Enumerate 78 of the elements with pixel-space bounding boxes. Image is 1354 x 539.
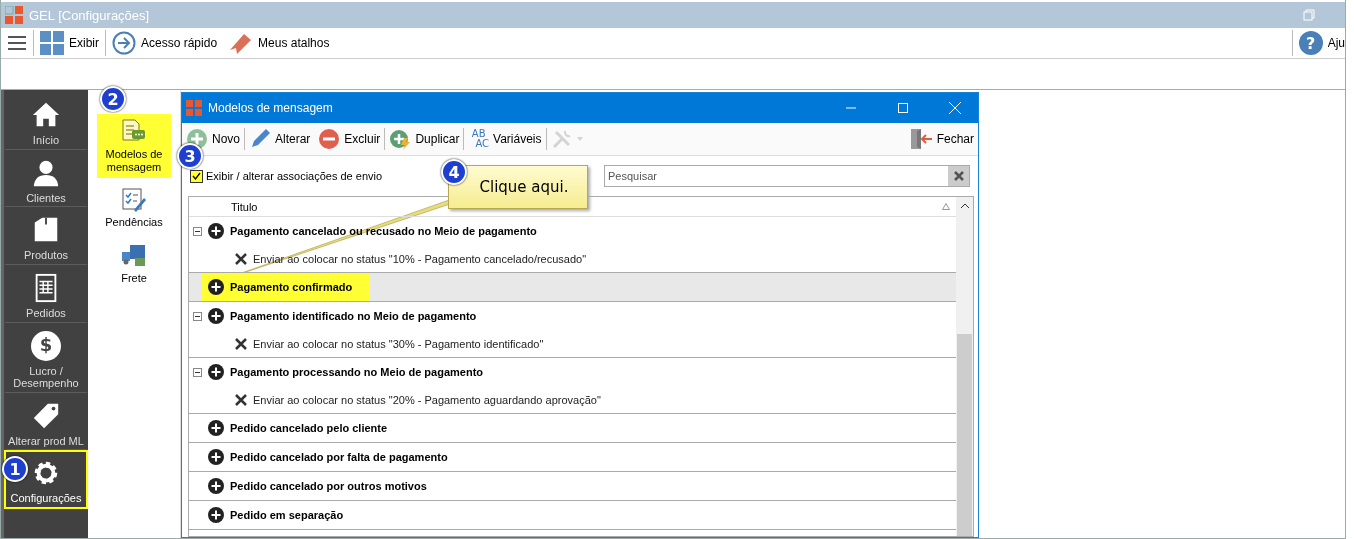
checkbox-option[interactable]: Exibir / alterar associações de envio: [190, 169, 383, 183]
bookmark-icon: [229, 31, 254, 55]
dialog-title: Modelos de mensagem: [208, 101, 333, 115]
plus-circle-icon: [208, 449, 224, 465]
pencil-button[interactable]: Alterar: [245, 125, 315, 153]
exit-door-icon: [908, 127, 933, 151]
tree-row[interactable]: Pedido cancelado por outros motivos: [189, 472, 956, 501]
close-dialog-button[interactable]: Fechar: [904, 125, 978, 153]
sidebar-item[interactable]: Produtos: [4, 207, 88, 265]
plus-circle-icon: [208, 420, 224, 436]
minus-button[interactable]: Excluir: [314, 125, 385, 153]
tools-icon: [550, 128, 573, 150]
sidebar-item[interactable]: Alterar prod ML: [4, 392, 88, 451]
row-title: Pagamento cancelado ou recusado no Meio de pagamento: [230, 225, 537, 237]
plus-circle-icon: [208, 223, 224, 239]
variables-icon: AB AC: [468, 129, 490, 149]
duplicate-button[interactable]: Duplicar: [385, 125, 464, 153]
submenu-item[interactable]: Modelos de mensagem: [97, 114, 171, 179]
plus-circle-icon: [208, 478, 224, 494]
app-logo-icon: [186, 100, 202, 116]
toolbar-button[interactable]: Acesso rápido: [106, 28, 224, 58]
step-number-badge: 3: [177, 143, 203, 169]
toolbar-button[interactable]: Exibir: [34, 28, 105, 58]
sidebar-item[interactable]: $ Lucro / Desempenho: [4, 322, 88, 393]
tree-row[interactable]: Pagamento processando no Meio de pagamento Enviar ao colocar no status "20% - Pagamento aguardando aprovação": [189, 358, 956, 414]
window-title: GEL [Configurações]: [29, 7, 150, 23]
help-button[interactable]: ? Aju: [1292, 28, 1345, 58]
caret-up-icon: [960, 203, 969, 208]
row-title: Pagamento confirmado: [230, 281, 353, 293]
pencil-icon: [249, 128, 271, 150]
sidebar-item[interactable]: Início: [4, 92, 88, 150]
arrow-circle-icon: [112, 31, 136, 55]
row-title: Pedido cancelado por falta de pagamento: [230, 451, 448, 463]
toolbar-button[interactable]: Meus atalhos: [223, 28, 336, 58]
step-number-badge: 2: [100, 86, 126, 112]
plus-circle-icon: [208, 364, 224, 380]
scrollbar-thumb[interactable]: [957, 334, 972, 536]
row-title: Pedido em separação: [230, 509, 344, 521]
child-row-text: Enviar ao colocar no status "20% - Pagamento aguardando aprovação": [253, 393, 601, 406]
grid-icon: [40, 31, 64, 55]
row-title: Pagamento processando no Meio de pagamento: [230, 366, 484, 378]
submenu-item[interactable]: Frete: [114, 237, 154, 289]
plus-circle-icon: [208, 507, 224, 523]
cross-icon: [235, 337, 247, 350]
tree-row[interactable]: Pedido em separação: [189, 501, 956, 530]
sidebar-item[interactable]: Clientes: [4, 149, 88, 208]
row-title: Pedido cancelado por outros motivos: [230, 480, 427, 492]
cross-icon: [235, 393, 247, 406]
collapse-icon[interactable]: [193, 226, 202, 236]
collapse-icon[interactable]: [193, 367, 202, 377]
submenu-item[interactable]: Pendências: [99, 182, 169, 234]
plus-circle-icon: [208, 308, 224, 324]
tree-row[interactable]: Pedido cancelado pelo cliente: [189, 414, 956, 443]
sidebar-item[interactable]: Pedidos: [4, 264, 88, 323]
child-row-text: Enviar ao colocar no status "10% - Pagamento cancelado/recusado": [253, 252, 587, 265]
plus-circle-icon: [208, 279, 224, 295]
step-number-badge: 4: [441, 159, 467, 185]
menu-icon[interactable]: [7, 35, 27, 51]
tree-row[interactable]: Pagamento identificado no Meio de pagamento Enviar ao colocar no status "30% - Pagamento identificado": [189, 302, 956, 358]
column-header[interactable]: Titulo: [231, 200, 942, 213]
child-row-text: Enviar ao colocar no status "30% - Pagamento identificado": [253, 337, 544, 350]
app-logo-icon: [5, 6, 23, 24]
row-title: Pagamento identificado no Meio de pagamento: [230, 310, 477, 322]
checkbox[interactable]: [190, 169, 203, 183]
cross-icon: [235, 252, 247, 265]
check-icon: [192, 171, 201, 181]
duplicate-icon: [389, 128, 412, 150]
tree-row[interactable]: Pedido cancelado por falta de pagamento: [189, 443, 956, 472]
row-title: Pedido cancelado pelo cliente: [230, 422, 388, 434]
sort-icon[interactable]: [942, 203, 950, 210]
close-icon: [949, 102, 961, 114]
collapse-icon[interactable]: [193, 311, 202, 321]
help-icon: ?: [1298, 31, 1323, 55]
caret-icon: [576, 137, 583, 141]
minus-icon: [318, 128, 341, 150]
maximize-icon: [898, 103, 908, 113]
dollar-icon: $: [31, 330, 61, 361]
tree-row[interactable]: Pagamento confirmado: [189, 273, 956, 302]
